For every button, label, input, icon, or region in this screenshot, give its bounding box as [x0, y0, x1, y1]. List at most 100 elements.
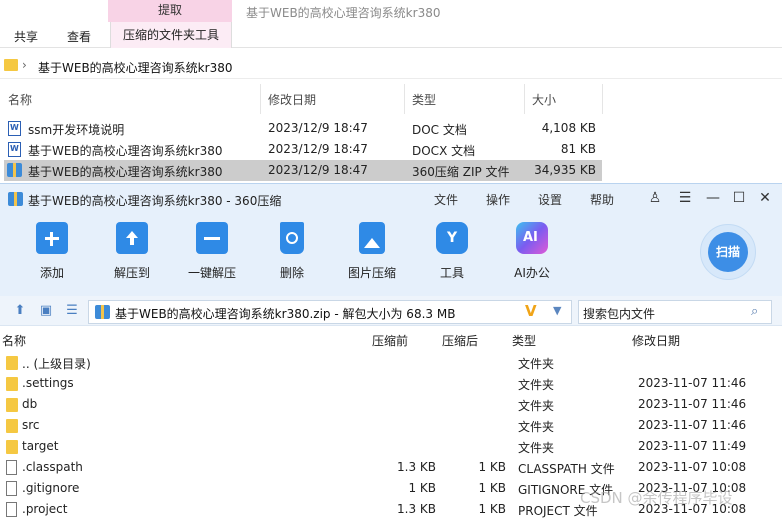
entry-name: .gitignore: [22, 481, 80, 495]
tab-share[interactable]: 共享: [14, 28, 38, 45]
entry-size-before: 1.3 KB: [397, 502, 436, 516]
search-input[interactable]: 搜索包内文件 ⌕: [578, 300, 772, 324]
scan-button[interactable]: 扫描: [700, 224, 756, 280]
list-view-icon[interactable]: ☰: [64, 303, 80, 319]
column-name[interactable]: 名称: [2, 332, 26, 349]
ai-office-button[interactable]: AI AI办公: [497, 222, 567, 281]
menu-help[interactable]: 帮助: [590, 191, 614, 208]
explorer-ribbon: 共享 查看 压缩的文件夹工具: [0, 22, 782, 48]
address-path[interactable]: 基于WEB的高校心理咨询系统kr380: [38, 59, 232, 76]
file-type: DOC 文档: [412, 123, 467, 137]
column-type[interactable]: 类型: [412, 91, 436, 108]
column-date[interactable]: 修改日期: [268, 91, 316, 108]
entry-name: db: [22, 397, 38, 411]
file-icon: [6, 460, 17, 475]
column-name[interactable]: 名称: [8, 91, 32, 108]
archive-row[interactable]: src 文件夹 2023-11-07 11:46: [0, 415, 782, 436]
verified-v-icon[interactable]: V: [525, 302, 537, 320]
view-mode-icon[interactable]: ▣: [38, 303, 54, 319]
entry-name: .. (上级目录): [22, 357, 91, 371]
folder-icon: [6, 398, 18, 412]
search-placeholder: 搜索包内文件: [583, 307, 656, 321]
add-button[interactable]: 添加: [17, 222, 87, 281]
entry-type: 文件夹: [518, 441, 555, 455]
explorer-address-bar[interactable]: › 基于WEB的高校心理咨询系统kr380: [0, 55, 782, 79]
column-divider[interactable]: [404, 84, 405, 114]
menu-operate[interactable]: 操作: [486, 191, 510, 208]
file-icon: [6, 481, 17, 496]
entry-date: 2023-11-07 11:46: [638, 376, 747, 390]
image-compress-button[interactable]: 图片压缩: [337, 222, 407, 281]
menu-file[interactable]: 文件: [434, 191, 458, 208]
column-size-after[interactable]: 压缩后: [442, 332, 478, 349]
folder-icon: [4, 59, 18, 71]
column-divider[interactable]: [524, 84, 525, 114]
file-row[interactable]: ssm开发环境说明 2023/12/9 18:47 DOC 文档 4,108 K…: [4, 118, 602, 139]
tab-view[interactable]: 查看: [67, 28, 91, 45]
entry-size-after: 1 KB: [478, 481, 506, 495]
tab-compressed-folder-tools[interactable]: 压缩的文件夹工具: [110, 22, 232, 48]
ai-icon: AI: [516, 222, 548, 254]
menu-settings[interactable]: 设置: [538, 191, 562, 208]
entry-name: .classpath: [22, 460, 83, 474]
word-doc-icon: [8, 142, 21, 157]
up-arrow-icon[interactable]: ⬆: [12, 303, 28, 319]
archive-row[interactable]: target 文件夹 2023-11-07 11:49: [0, 436, 782, 457]
column-date[interactable]: 修改日期: [632, 332, 680, 349]
file-date: 2023/12/9 18:47: [268, 121, 368, 135]
word-doc-icon: [8, 121, 21, 136]
archive-row[interactable]: .. (上级目录) 文件夹: [0, 352, 782, 373]
archive-path: 基于WEB的高校心理咨询系统kr380.zip - 解包大小为 68.3 MB: [115, 307, 456, 321]
entry-date: 2023-11-07 10:08: [638, 460, 747, 474]
entry-name: .settings: [22, 376, 74, 390]
trash-recycle-icon: [280, 222, 304, 254]
archive-row[interactable]: db 文件夹 2023-11-07 11:46: [0, 394, 782, 415]
file-type: 360压缩 ZIP 文件: [412, 165, 510, 179]
menu-lines-icon[interactable]: ☰: [676, 189, 694, 207]
chevron-down-icon[interactable]: ▼: [553, 304, 561, 317]
minimize-icon[interactable]: —: [704, 189, 722, 207]
scan-label: 扫描: [708, 232, 748, 272]
tool-label: 删除: [279, 266, 304, 280]
entry-name: .project: [22, 502, 68, 516]
column-divider[interactable]: [602, 84, 603, 114]
entry-type: 文件夹: [518, 399, 555, 413]
zip-window-title: 基于WEB的高校心理咨询系统kr380 - 360压缩: [28, 194, 282, 208]
close-icon[interactable]: ✕: [756, 189, 774, 207]
archive-row[interactable]: .classpath 1.3 KB 1 KB CLASSPATH 文件 2023…: [0, 457, 782, 478]
csdn-watermark: CSDN @余传程序毕设: [580, 489, 733, 507]
file-name: ssm开发环境说明: [28, 123, 125, 137]
entry-type: 文件夹: [518, 420, 555, 434]
column-type[interactable]: 类型: [512, 332, 536, 349]
column-size-before[interactable]: 压缩前: [372, 332, 408, 349]
entry-name: src: [22, 418, 40, 432]
shirt-skin-icon[interactable]: ♙: [646, 189, 664, 207]
folder-plus-icon: [36, 222, 68, 254]
file-name: 基于WEB的高校心理咨询系统kr380: [28, 144, 223, 158]
zip-titlebar[interactable]: 基于WEB的高校心理咨询系统kr380 - 360压缩 文件 操作 设置 帮助 …: [0, 184, 782, 214]
chevron-right-icon[interactable]: ›: [22, 58, 27, 72]
column-divider[interactable]: [260, 84, 261, 114]
maximize-icon[interactable]: ☐: [730, 189, 748, 207]
delete-button[interactable]: 删除: [257, 222, 327, 281]
archive-path-box[interactable]: 基于WEB的高校心理咨询系统kr380.zip - 解包大小为 68.3 MB …: [88, 300, 572, 324]
zip-toolbar: 添加 解压到 一键解压 删除 图片压缩 Y 工具 AI AI办公 扫描: [0, 214, 782, 296]
column-size[interactable]: 大小: [532, 91, 556, 108]
file-row-selected[interactable]: 基于WEB的高校心理咨询系统kr380 2023/12/9 18:47 360压…: [4, 160, 602, 181]
one-click-extract-button[interactable]: 一键解压: [177, 222, 247, 281]
tools-button[interactable]: Y 工具: [417, 222, 487, 281]
entry-date: 2023-11-07 11:49: [638, 439, 747, 453]
search-icon[interactable]: ⌕: [751, 304, 765, 319]
extract-context-tab[interactable]: 提取: [108, 0, 232, 22]
file-date: 2023/12/9 18:47: [268, 142, 368, 156]
zip-archive-icon: [7, 163, 22, 177]
zip-app-icon: [8, 192, 23, 206]
file-size: 34,935 KB: [534, 163, 596, 177]
archive-row[interactable]: .settings 文件夹 2023-11-07 11:46: [0, 373, 782, 394]
file-type: DOCX 文档: [412, 144, 476, 158]
file-row[interactable]: 基于WEB的高校心理咨询系统kr380 2023/12/9 18:47 DOCX…: [4, 139, 602, 160]
extract-to-button[interactable]: 解压到: [97, 222, 167, 281]
image-file-icon: [359, 222, 385, 254]
entry-size-after: 1 KB: [478, 502, 506, 516]
folder-icon: [6, 419, 18, 433]
